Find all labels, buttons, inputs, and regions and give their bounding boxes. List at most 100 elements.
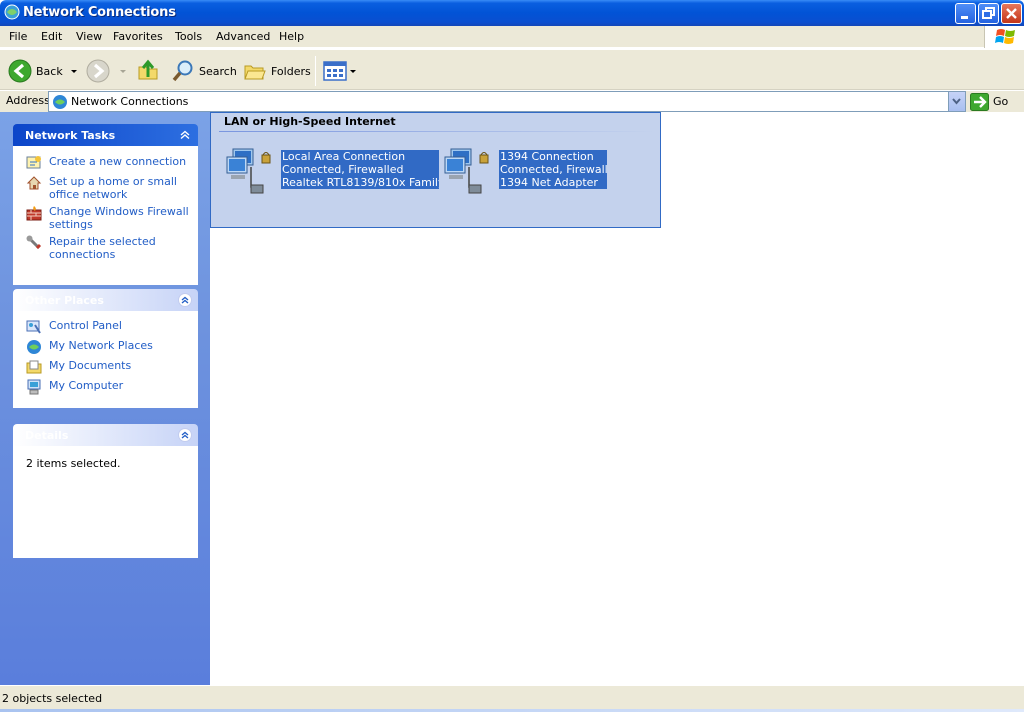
place-my-documents[interactable]: My Documents [26,359,197,375]
toolbar: Back Search Folders [0,49,1024,90]
connection-status: Connected, Firewalled [282,163,404,176]
task-label: Set up a home or small office network [49,175,177,201]
other-places-header[interactable]: Other Places [13,289,198,311]
address-value: Network Connections [71,95,189,108]
connection-status: Connected, Firewalled [500,163,607,176]
details-title: Details [25,429,69,442]
place-label: My Documents [49,359,132,372]
place-label: My Computer [49,379,124,392]
network-connections-icon [4,4,20,20]
menu-advanced[interactable]: Advanced [216,30,270,43]
chevron-down-icon [952,98,961,105]
restore-icon [982,7,995,19]
connection-device: 1394 Net Adapter [500,176,598,189]
back-button[interactable]: Back [8,58,77,84]
lan-connection-icon [226,148,271,194]
menu-file[interactable]: File [9,30,27,43]
group-title: LAN or High-Speed Internet [224,115,396,128]
window-title: Network Connections [23,5,176,20]
connection-name: 1394 Connection [500,150,594,163]
other-places-panel: Other Places Control Panel My Network Pl… [13,289,198,408]
details-body: 2 items selected. [13,446,198,558]
task-home-network[interactable]: Set up a home or small office network [26,175,197,201]
views-button[interactable] [323,58,356,84]
place-my-computer[interactable]: My Computer [26,379,197,395]
network-tasks-body: Create a new connection Set up a home or… [13,146,198,285]
views-dropdown-icon[interactable] [350,69,356,73]
close-button[interactable] [1001,3,1022,24]
minimize-button[interactable] [955,3,976,24]
collapse-icon[interactable] [178,128,192,142]
details-text: 2 items selected. [26,457,121,470]
menu-bar: File Edit View Favorites Tools Advanced … [0,26,1024,48]
task-pane: Network Tasks Create a new connection Se… [0,112,210,685]
go-button[interactable]: Go [970,92,1020,111]
search-button[interactable]: Search [171,58,237,84]
back-arrow-icon [8,59,32,83]
forward-arrow-icon [86,59,110,83]
firewall-icon [26,206,42,221]
menu-favorites[interactable]: Favorites [113,30,163,43]
new-connection-icon [26,156,41,169]
task-label: Change Windows Firewall settings [49,205,189,231]
task-label: Repair the selected connections [49,235,156,261]
documents-icon [26,360,42,374]
other-places-body: Control Panel My Network Places My Docum… [13,311,198,408]
connection-name: Local Area Connection [282,150,406,163]
network-tasks-header[interactable]: Network Tasks [13,124,198,146]
menu-edit[interactable]: Edit [41,30,62,43]
place-control-panel[interactable]: Control Panel [26,319,197,335]
close-icon [1006,8,1017,19]
go-label: Go [993,95,1009,108]
forward-button[interactable] [86,58,126,84]
restore-button[interactable] [978,3,999,24]
1394-connection-icon [444,148,489,194]
search-icon [172,60,193,82]
repair-icon [26,235,42,250]
folders-button[interactable]: Folders [243,58,311,84]
collapse-icon[interactable] [178,428,192,442]
menu-tools[interactable]: Tools [175,30,202,43]
up-folder-button[interactable] [136,58,160,84]
task-create-connection[interactable]: Create a new connection [26,155,197,171]
connection-device: Realtek RTL8139/810x Family ... [282,176,439,189]
control-panel-icon [26,320,41,334]
place-label: My Network Places [49,339,153,352]
collapse-icon[interactable] [178,293,192,307]
network-places-icon [27,340,41,354]
details-header[interactable]: Details [13,424,198,446]
computer-icon [27,379,41,395]
details-panel: Details 2 items selected. [13,424,198,558]
connection-group: LAN or High-Speed Internet Local Area Co… [210,112,661,228]
windows-logo [984,26,1024,48]
back-dropdown-icon[interactable] [70,69,77,73]
go-arrow-icon [970,92,989,111]
address-input[interactable]: Network Connections [48,91,966,112]
status-text: 2 objects selected [2,692,103,705]
group-divider [219,131,655,132]
other-places-title: Other Places [25,294,104,307]
address-dropdown-button[interactable] [948,92,965,111]
task-repair-connections[interactable]: Repair the selected connections [26,235,197,261]
address-bar: Address Network Connections Go [0,91,1024,112]
address-label: Address [6,94,50,107]
views-icon [323,61,347,81]
back-label: Back [36,64,63,78]
menu-view[interactable]: View [76,30,102,43]
place-label: Control Panel [49,319,122,332]
minimize-icon [961,16,968,19]
forward-dropdown-icon[interactable] [120,69,126,73]
status-bar: 2 objects selected [0,685,1024,712]
menu-help[interactable]: Help [279,30,304,43]
home-network-icon [26,176,42,190]
task-firewall-settings[interactable]: Change Windows Firewall settings [26,205,197,231]
content-area: LAN or High-Speed Internet Local Area Co… [210,112,1024,685]
connection-label: 1394 Connection Connected, Firewalled 13… [499,150,607,189]
network-globe-icon [53,95,67,109]
place-network-places[interactable]: My Network Places [26,339,197,355]
task-label: Create a new connection [49,155,187,168]
network-tasks-panel: Network Tasks Create a new connection Se… [13,124,198,285]
title-bar: Network Connections [0,0,1024,26]
toolbar-separator [315,56,316,86]
folders-label: Folders [271,64,311,78]
